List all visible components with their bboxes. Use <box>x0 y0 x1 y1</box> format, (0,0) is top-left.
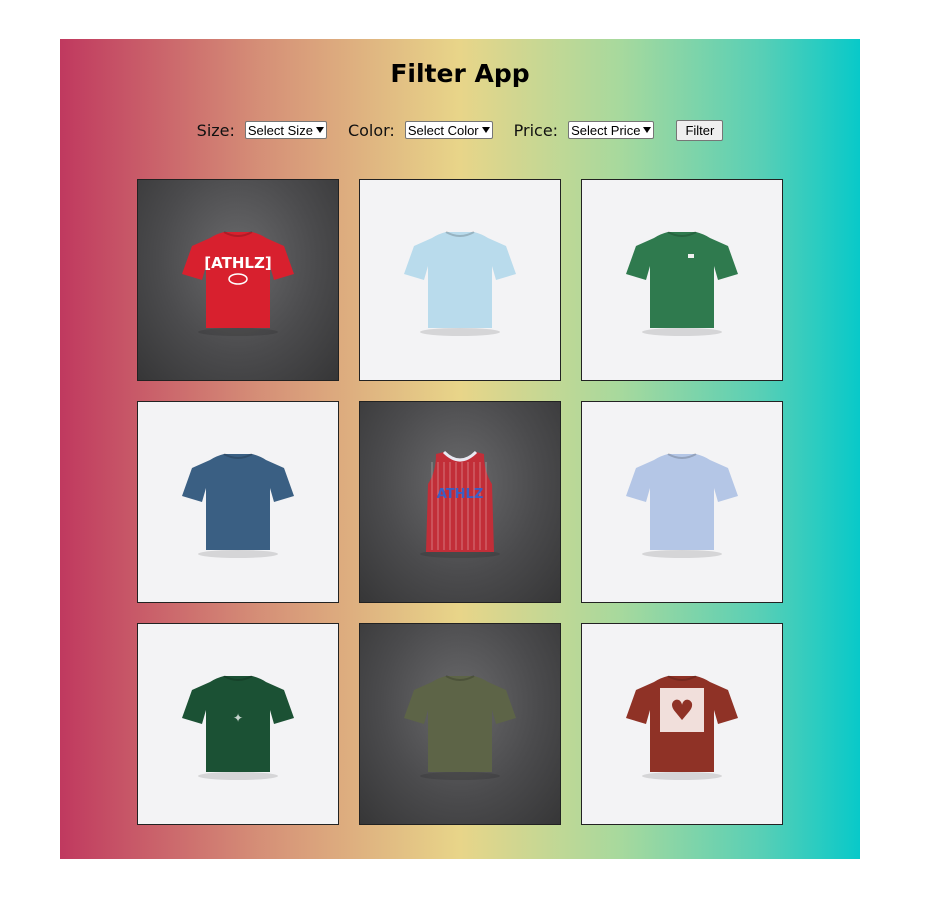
product-image <box>404 231 516 336</box>
product-image <box>404 675 516 780</box>
size-select-value: Select Size <box>247 122 313 138</box>
chevron-down-icon <box>315 127 324 133</box>
tshirt-shape <box>404 232 516 328</box>
product-card[interactable] <box>581 179 783 381</box>
shirt-print-text: ATHLZ <box>437 487 484 502</box>
shirt-logo-patch <box>688 254 694 258</box>
shirt-shadow <box>198 772 278 780</box>
product-image: [ATHLZ] <box>182 231 294 336</box>
product-image <box>626 453 738 558</box>
product-card[interactable] <box>359 623 561 825</box>
chevron-down-icon <box>481 127 490 133</box>
shirt-graphic: ✦ <box>233 711 243 725</box>
product-grid: [ATHLZ] ATHLZ ✦ ✦♥ <box>137 179 783 825</box>
shirt-shadow <box>198 550 278 558</box>
tshirt-shape <box>404 676 516 772</box>
heart-icon: ♥ <box>669 694 694 727</box>
filter-button[interactable]: Filter <box>676 119 724 141</box>
color-select[interactable]: Select Color <box>404 121 493 139</box>
shirt-shadow <box>642 772 722 780</box>
product-image <box>182 453 294 558</box>
product-card[interactable] <box>581 401 783 603</box>
tshirt-shape <box>626 454 738 550</box>
product-card[interactable] <box>359 179 561 381</box>
shirt-shadow <box>420 328 500 336</box>
filter-bar: Size: Select Size Color: Select Color Pr… <box>60 119 860 141</box>
product-card[interactable]: [ATHLZ] <box>137 179 339 381</box>
product-image: ✦ <box>182 675 294 780</box>
filter-app-panel: Filter App Size: Select Size Color: Sele… <box>60 39 860 859</box>
chevron-down-icon <box>643 127 652 133</box>
product-card[interactable] <box>137 401 339 603</box>
jersey-shape <box>426 452 494 552</box>
product-image <box>626 231 738 336</box>
shirt-print-text: [ATHLZ] <box>204 254 271 272</box>
color-select-value: Select Color <box>407 122 479 138</box>
page-title: Filter App <box>390 59 530 88</box>
price-select-value: Select Price <box>571 122 641 138</box>
product-image: ATHLZ <box>420 450 500 558</box>
tshirt-shape <box>626 232 738 328</box>
tshirt-shape <box>182 232 294 328</box>
shirt-shadow <box>642 328 722 336</box>
shirt-shadow <box>642 550 722 558</box>
shirt-shadow <box>198 328 278 336</box>
color-label: Color: <box>347 120 395 140</box>
product-card[interactable]: ✦♥ <box>581 623 783 825</box>
product-image: ✦♥ <box>626 675 738 780</box>
size-label: Size: <box>196 120 235 140</box>
price-select[interactable]: Select Price <box>568 121 655 139</box>
size-select[interactable]: Select Size <box>244 121 327 139</box>
product-card[interactable]: ✦ <box>137 623 339 825</box>
shirt-shadow <box>420 772 500 780</box>
product-card[interactable]: ATHLZ <box>359 401 561 603</box>
tshirt-shape <box>182 454 294 550</box>
price-label: Price: <box>513 120 559 140</box>
